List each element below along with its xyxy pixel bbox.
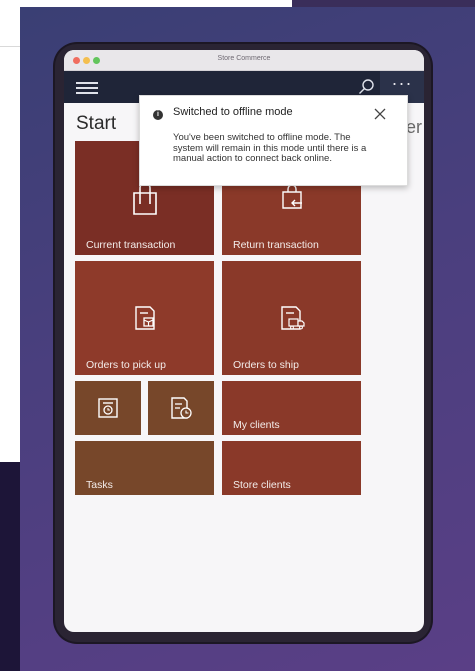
page-right-text: er (406, 117, 423, 137)
search-icon[interactable] (356, 77, 376, 97)
window-title: Store Commerce (217, 55, 271, 62)
register-icon (95, 395, 121, 426)
pickup-order-icon (130, 303, 160, 338)
notification-title: Switched to offline mode (173, 106, 293, 118)
tile-timesheet[interactable] (148, 381, 214, 435)
tile-tasks[interactable]: Tasks (75, 441, 214, 495)
tile-label: Orders to ship (233, 359, 299, 371)
offline-notification: i Switched to offline mode You've been s… (139, 95, 408, 186)
tile-label: Current transaction (86, 239, 176, 251)
tile-register[interactable] (75, 381, 141, 435)
tile-label: Return transaction (233, 239, 319, 251)
tile-orders-to-ship[interactable]: Orders to ship (222, 261, 361, 375)
tile-label: My clients (233, 419, 280, 431)
ship-order-icon (276, 303, 308, 338)
background-divider (0, 46, 20, 47)
tile-label: Orders to pick up (86, 359, 166, 371)
hamburger-menu-icon[interactable] (76, 82, 98, 94)
background-dark-area (0, 462, 20, 671)
tile-orders-to-pick-up[interactable]: Orders to pick up (75, 261, 214, 375)
timesheet-icon (168, 395, 194, 426)
return-bag-icon (276, 181, 308, 218)
tile-my-clients[interactable]: My clients (222, 381, 361, 435)
tile-label: Store clients (233, 479, 291, 491)
title-bar: Store Commerce (64, 50, 424, 71)
notification-body: You've been switched to offline mode. Th… (173, 132, 367, 164)
tile-store-clients[interactable]: Store clients (222, 441, 361, 495)
info-icon: i (153, 110, 163, 120)
tile-label: Tasks (86, 479, 113, 491)
close-icon[interactable] (372, 106, 388, 122)
page-title: Start (76, 113, 117, 134)
